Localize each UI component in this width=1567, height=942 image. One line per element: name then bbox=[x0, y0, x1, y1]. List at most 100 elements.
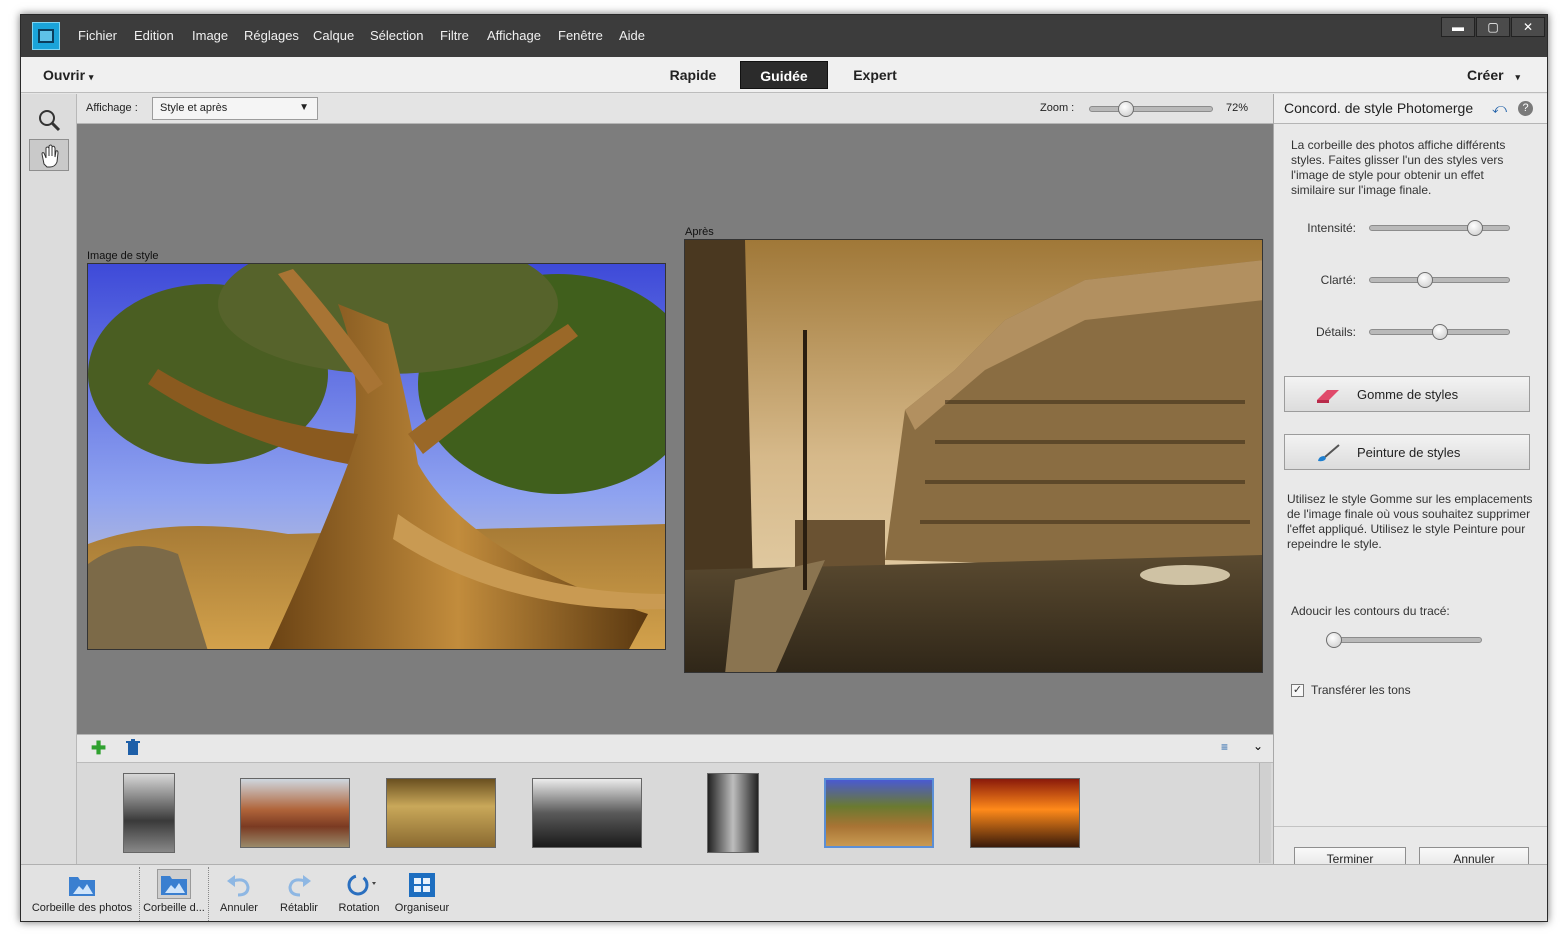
eraser-icon bbox=[1317, 390, 1339, 403]
panel-intro: La corbeille des photos affiche différen… bbox=[1291, 138, 1506, 197]
menu-aide[interactable]: Aide bbox=[619, 28, 645, 43]
app-icon[interactable] bbox=[32, 22, 60, 50]
bin-thumbnail[interactable] bbox=[532, 778, 642, 848]
photo-bin-label: Corbeille des photos bbox=[31, 902, 133, 914]
rotate-button[interactable]: Rotation bbox=[333, 867, 385, 921]
menu-filtre[interactable]: Filtre bbox=[440, 28, 469, 43]
photo-bin-2-button[interactable]: Corbeille d... bbox=[139, 867, 209, 921]
style-image-label: Image de style bbox=[87, 250, 159, 262]
style-paint-label: Peinture de styles bbox=[1357, 445, 1461, 460]
transfer-tones-checkbox[interactable]: ✓ bbox=[1291, 684, 1304, 697]
zoom-slider[interactable] bbox=[1089, 106, 1213, 112]
rotate-icon bbox=[344, 871, 376, 899]
intensity-slider[interactable] bbox=[1369, 225, 1510, 231]
application-window: Fichier Edition Image Réglages Calque Sé… bbox=[20, 14, 1548, 922]
magnifier-icon bbox=[39, 110, 61, 132]
details-slider-knob[interactable] bbox=[1431, 324, 1448, 340]
brush-icon bbox=[1318, 444, 1340, 462]
add-icon[interactable]: ✚ bbox=[91, 738, 106, 759]
rotate-label: Rotation bbox=[338, 902, 380, 914]
clarity-slider[interactable] bbox=[1369, 277, 1510, 283]
maximize-button[interactable]: ▢ bbox=[1476, 17, 1510, 37]
close-button[interactable]: ✕ bbox=[1511, 17, 1545, 37]
style-paint-button[interactable]: Peinture de styles bbox=[1284, 434, 1530, 470]
open-button[interactable]: Ouvrir ▾ bbox=[43, 61, 93, 89]
paris-street-photo bbox=[685, 240, 1262, 672]
zoom-tool[interactable] bbox=[29, 104, 69, 136]
chevron-down-icon: ▼ bbox=[299, 102, 309, 113]
undo-button[interactable]: Annuler bbox=[213, 867, 265, 921]
chevron-down-icon[interactable]: ⌄ bbox=[1253, 739, 1263, 753]
chevron-down-icon: ▾ bbox=[88, 72, 94, 82]
create-label: Créer bbox=[1467, 67, 1504, 83]
tab-guidee[interactable]: Guidée bbox=[740, 61, 828, 89]
photo-bin-icon bbox=[67, 871, 97, 899]
style-image[interactable] bbox=[87, 263, 666, 650]
after-image[interactable] bbox=[684, 239, 1263, 673]
panel-header: Concord. de style Photomerge ⤺ ? bbox=[1274, 94, 1547, 124]
bin-thumbnail[interactable] bbox=[386, 778, 496, 848]
organizer-button[interactable]: Organiseur bbox=[391, 867, 453, 921]
organizer-label: Organiseur bbox=[394, 902, 450, 914]
hand-tool[interactable] bbox=[29, 139, 69, 171]
photo-bin-button[interactable]: Corbeille des photos bbox=[27, 867, 137, 921]
intensity-slider-knob[interactable] bbox=[1466, 220, 1483, 236]
organizer-icon bbox=[407, 871, 437, 899]
smooth-slider[interactable] bbox=[1334, 637, 1482, 643]
panel-help-text: Utilisez le style Gomme sur les emplacem… bbox=[1287, 492, 1533, 551]
options-bar: Affichage : Style et après ▼ Zoom : 72% bbox=[77, 94, 1273, 124]
trash-icon[interactable] bbox=[125, 739, 141, 762]
bin-thumbnail-selected[interactable] bbox=[824, 778, 934, 848]
photo-bin-2-label: Corbeille d... bbox=[143, 902, 205, 914]
menu-reglages[interactable]: Réglages bbox=[244, 28, 299, 43]
menu-image[interactable]: Image bbox=[192, 28, 228, 43]
details-label: Détails: bbox=[1315, 325, 1356, 339]
tab-expert[interactable]: Expert bbox=[833, 61, 917, 89]
mode-bar: Ouvrir ▾ Rapide Guidée Expert Créer ▾ bbox=[21, 57, 1547, 93]
checkmark-icon: ✓ bbox=[1292, 684, 1303, 696]
help-icon[interactable]: ? bbox=[1518, 101, 1533, 116]
bin-thumbnail[interactable] bbox=[707, 773, 759, 853]
intensity-label: Intensité: bbox=[1307, 221, 1356, 235]
canvas-area: Image de style Après bbox=[77, 124, 1273, 734]
view-label: Affichage : bbox=[86, 102, 138, 114]
tool-bar bbox=[21, 94, 77, 864]
create-button[interactable]: Créer ▾ bbox=[1467, 61, 1520, 89]
view-select[interactable]: Style et après ▼ bbox=[152, 97, 318, 120]
photo-bin-2-icon bbox=[157, 869, 191, 899]
open-label: Ouvrir bbox=[43, 67, 86, 83]
redo-icon bbox=[284, 871, 314, 899]
zoom-value: 72% bbox=[1226, 102, 1249, 114]
menu-calque[interactable]: Calque bbox=[313, 28, 354, 43]
sort-icon[interactable]: ≡ bbox=[1221, 740, 1228, 754]
bin-thumbnail[interactable] bbox=[123, 773, 175, 853]
redo-label: Rétablir bbox=[280, 902, 318, 914]
guided-panel: Concord. de style Photomerge ⤺ ? La corb… bbox=[1273, 94, 1547, 871]
reset-icon[interactable]: ⤺ bbox=[1492, 100, 1507, 117]
menu-affichage[interactable]: Affichage bbox=[487, 28, 541, 43]
menu-selection[interactable]: Sélection bbox=[370, 28, 423, 43]
zoom-slider-knob[interactable] bbox=[1118, 101, 1135, 117]
minimize-button[interactable]: ▬ bbox=[1441, 17, 1475, 37]
menu-bar: Fichier Edition Image Réglages Calque Sé… bbox=[21, 15, 1547, 57]
smooth-slider-knob[interactable] bbox=[1326, 632, 1342, 648]
redo-button[interactable]: Rétablir bbox=[273, 867, 325, 921]
undo-label: Annuler bbox=[220, 902, 258, 914]
smooth-label: Adoucir les contours du tracé: bbox=[1291, 604, 1450, 618]
panel-title: Concord. de style Photomerge bbox=[1284, 100, 1474, 116]
clarity-slider-knob[interactable] bbox=[1417, 272, 1434, 288]
menu-edition[interactable]: Edition bbox=[134, 28, 174, 43]
bin-thumbnail[interactable] bbox=[240, 778, 350, 848]
panel-divider bbox=[1274, 826, 1547, 827]
bin-thumbnail[interactable] bbox=[970, 778, 1080, 848]
zoom-label: Zoom : bbox=[1040, 102, 1075, 114]
menu-fichier[interactable]: Fichier bbox=[78, 28, 117, 43]
tab-rapide[interactable]: Rapide bbox=[651, 61, 735, 89]
style-eraser-button[interactable]: Gomme de styles bbox=[1284, 376, 1530, 412]
bottom-bar: Corbeille des photos Corbeille d... Annu… bbox=[21, 864, 1547, 921]
hand-icon bbox=[41, 144, 59, 168]
chevron-down-icon: ▾ bbox=[1515, 72, 1521, 82]
bin-scrollbar[interactable] bbox=[1259, 763, 1271, 863]
menu-fenetre[interactable]: Fenêtre bbox=[558, 28, 603, 43]
clarity-label: Clarté: bbox=[1320, 273, 1356, 287]
